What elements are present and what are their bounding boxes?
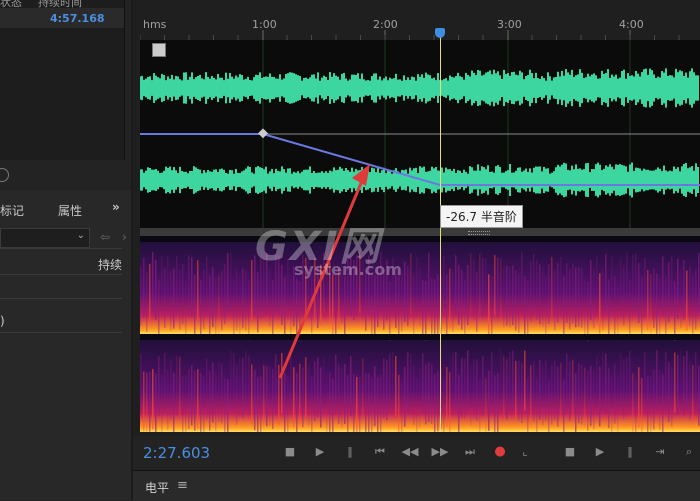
play-icon-2[interactable]: ▶ bbox=[591, 444, 609, 460]
rewind-icon[interactable]: ◀◀ bbox=[401, 444, 419, 460]
go-to-start-icon[interactable]: ⏮ bbox=[371, 444, 389, 460]
play-icon[interactable]: ▶ bbox=[311, 444, 329, 460]
pitch-tooltip: -26.7 半音阶 bbox=[440, 205, 523, 228]
insert-icon[interactable]: ⇥ bbox=[651, 444, 669, 460]
pause-icon-2[interactable]: ‖ bbox=[621, 444, 639, 460]
levels-title[interactable]: 电平 bbox=[145, 479, 169, 496]
current-time[interactable]: 2:27.603 bbox=[143, 444, 210, 462]
fast-forward-icon[interactable]: ▶▶ bbox=[431, 444, 449, 460]
pause-icon[interactable]: ‖ bbox=[341, 444, 359, 460]
go-to-end-icon[interactable]: ⏭ bbox=[461, 444, 479, 460]
record-icon[interactable]: ● bbox=[491, 444, 509, 460]
stop-icon[interactable]: ■ bbox=[281, 444, 299, 460]
stop-icon-2[interactable]: ■ bbox=[561, 444, 579, 460]
loop-icon[interactable]: ⌞ bbox=[516, 444, 534, 460]
zoom-icon[interactable]: ⌕ bbox=[680, 444, 698, 460]
levels-panel-header: 电平 ≡ bbox=[133, 470, 700, 501]
watermark-domain: system.com bbox=[294, 260, 402, 279]
panel-menu-icon[interactable]: ≡ bbox=[177, 478, 188, 493]
